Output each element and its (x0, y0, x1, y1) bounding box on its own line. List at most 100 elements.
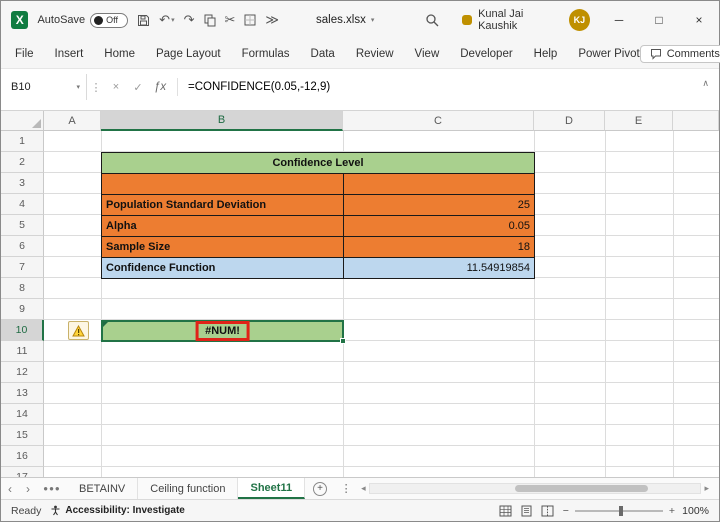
fill-handle[interactable] (340, 338, 346, 344)
redo-icon[interactable]: ↷ (184, 12, 195, 28)
row-header-15[interactable]: 15 (1, 425, 44, 446)
ribbon-tab-power-pivot[interactable]: Power Pivot (578, 48, 639, 60)
collapse-formula-bar-icon[interactable]: ∧ (702, 78, 709, 89)
table-cell-label[interactable]: Population Standard Deviation (102, 195, 344, 216)
excel-logo-icon[interactable]: X (11, 11, 28, 29)
autosave-control[interactable]: AutoSave Off (37, 13, 128, 28)
horizontal-scrollbar[interactable]: ◂ ▸ (361, 482, 709, 495)
close-button[interactable]: × (679, 1, 719, 39)
prev-sheet-icon[interactable]: ‹ (1, 478, 19, 499)
ribbon-tab-view[interactable]: View (415, 48, 440, 60)
ribbon-tab-review[interactable]: Review (356, 48, 394, 60)
column-header-d[interactable]: D (534, 111, 605, 131)
ribbon-tab-help[interactable]: Help (534, 48, 558, 60)
row-header-7[interactable]: 7 (1, 257, 44, 278)
table-cell-value[interactable]: 18 (344, 237, 535, 258)
table-cell-value[interactable]: 0.05 (344, 216, 535, 237)
row-header-6[interactable]: 6 (1, 236, 44, 257)
insert-function-icon[interactable]: ƒx (149, 81, 171, 93)
row-header-12[interactable]: 12 (1, 362, 44, 383)
autosave-label: AutoSave (37, 14, 85, 26)
zoom-level[interactable]: 100% (681, 505, 709, 517)
search-icon[interactable] (425, 13, 439, 27)
new-sheet-button[interactable]: + (305, 478, 335, 499)
row-header-13[interactable]: 13 (1, 383, 44, 404)
comments-button[interactable]: Comments (640, 45, 720, 63)
borders-icon[interactable] (244, 14, 256, 26)
name-box-dropdown-icon[interactable]: ▾ (76, 83, 80, 91)
row-header-8[interactable]: 8 (1, 278, 44, 299)
sheet-tab-ceiling-function[interactable]: Ceiling function (138, 478, 238, 499)
row-header-10[interactable]: 10 (1, 320, 44, 341)
sheet-options-icon[interactable]: ⋮ (335, 478, 357, 499)
minimize-button[interactable]: ─ (599, 1, 639, 39)
accessibility-status[interactable]: Accessibility: Investigate (50, 505, 185, 516)
zoom-out-icon[interactable]: − (563, 505, 569, 517)
table-cell-label[interactable]: Confidence Function (102, 258, 344, 279)
ribbon-tab-formulas[interactable]: Formulas (242, 48, 290, 60)
column-header-c[interactable]: C (343, 111, 534, 131)
ribbon-tab-data[interactable]: Data (311, 48, 335, 60)
row-header-14[interactable]: 14 (1, 404, 44, 425)
column-header-b[interactable]: B (101, 111, 343, 131)
sheet-tab-sheet11[interactable]: Sheet11 (238, 478, 305, 499)
row-header-9[interactable]: 9 (1, 299, 44, 320)
page-layout-view-icon[interactable] (520, 505, 533, 517)
ribbon-tab-page-layout[interactable]: Page Layout (156, 48, 221, 60)
scroll-left-icon[interactable]: ◂ (361, 483, 366, 494)
zoom-slider-thumb[interactable] (619, 506, 623, 516)
column-header-a[interactable]: A (44, 111, 101, 131)
row-header-1[interactable]: 1 (1, 131, 44, 152)
enter-icon[interactable]: ✓ (127, 81, 149, 94)
scrollbar-track[interactable] (369, 483, 702, 494)
user-avatar[interactable]: KJ (569, 9, 590, 31)
autosave-toggle[interactable]: Off (90, 13, 128, 28)
page-break-view-icon[interactable] (541, 505, 554, 517)
error-trace-button[interactable] (68, 321, 89, 340)
zoom-in-icon[interactable]: + (669, 505, 675, 517)
row-header-3[interactable]: 3 (1, 173, 44, 194)
ribbon-tab-developer[interactable]: Developer (460, 48, 512, 60)
row-header-17[interactable]: 17 (1, 467, 44, 477)
cell-canvas[interactable]: Confidence Level Population Standard Dev… (44, 131, 719, 477)
formula-input[interactable]: =CONFIDENCE(0.05,-12,9) (184, 81, 330, 93)
document-title[interactable]: sales.xlsx ▾ (316, 14, 374, 26)
scrollbar-thumb[interactable] (515, 485, 647, 492)
copy-icon[interactable] (204, 14, 216, 27)
user-account[interactable]: Kunal Jai Kaushik KJ (462, 8, 590, 32)
name-box[interactable]: B10 ▾ (1, 74, 87, 100)
next-sheet-icon[interactable]: › (19, 478, 37, 499)
normal-view-icon[interactable] (499, 505, 512, 517)
cancel-icon[interactable]: × (105, 81, 127, 93)
ribbon-tab-home[interactable]: Home (104, 48, 135, 60)
maximize-button[interactable]: □ (639, 1, 679, 39)
tab-overflow-icon[interactable]: ●●● (37, 478, 67, 499)
table-cell-value[interactable] (344, 174, 535, 195)
cut-icon[interactable]: ✂ (225, 12, 236, 28)
formula-bar-handle-icon[interactable]: ⋮ (87, 81, 105, 94)
undo-dropdown-icon[interactable]: ▾ (171, 16, 175, 24)
sheet-tab-betainv[interactable]: BETAINV (67, 478, 138, 499)
undo-icon[interactable]: ↶▾ (159, 12, 174, 28)
zoom-slider[interactable] (575, 510, 663, 512)
table-title-cell[interactable]: Confidence Level (102, 153, 535, 174)
ribbon-tab-insert[interactable]: Insert (55, 48, 84, 60)
row-header-2[interactable]: 2 (1, 152, 44, 173)
row-header-11[interactable]: 11 (1, 341, 44, 362)
row-header-4[interactable]: 4 (1, 194, 44, 215)
save-icon[interactable] (137, 14, 150, 27)
table-cell-label[interactable]: Sample Size (102, 237, 344, 258)
table-cell-value[interactable]: 11.54919854 (344, 258, 535, 279)
select-all-corner[interactable] (1, 111, 44, 131)
scroll-right-icon[interactable]: ▸ (704, 483, 709, 494)
autosave-state: Off (106, 15, 118, 25)
table-cell-value[interactable]: 25 (344, 195, 535, 216)
row-header-5[interactable]: 5 (1, 215, 44, 236)
column-header-e[interactable]: E (605, 111, 673, 131)
table-cell-label[interactable] (102, 174, 344, 195)
ribbon-tab-file[interactable]: File (15, 48, 34, 60)
selected-cell-b10[interactable]: #NUM! (101, 320, 344, 342)
row-header-16[interactable]: 16 (1, 446, 44, 467)
more-commands-icon[interactable]: ≫ (265, 12, 279, 28)
table-cell-label[interactable]: Alpha (102, 216, 344, 237)
